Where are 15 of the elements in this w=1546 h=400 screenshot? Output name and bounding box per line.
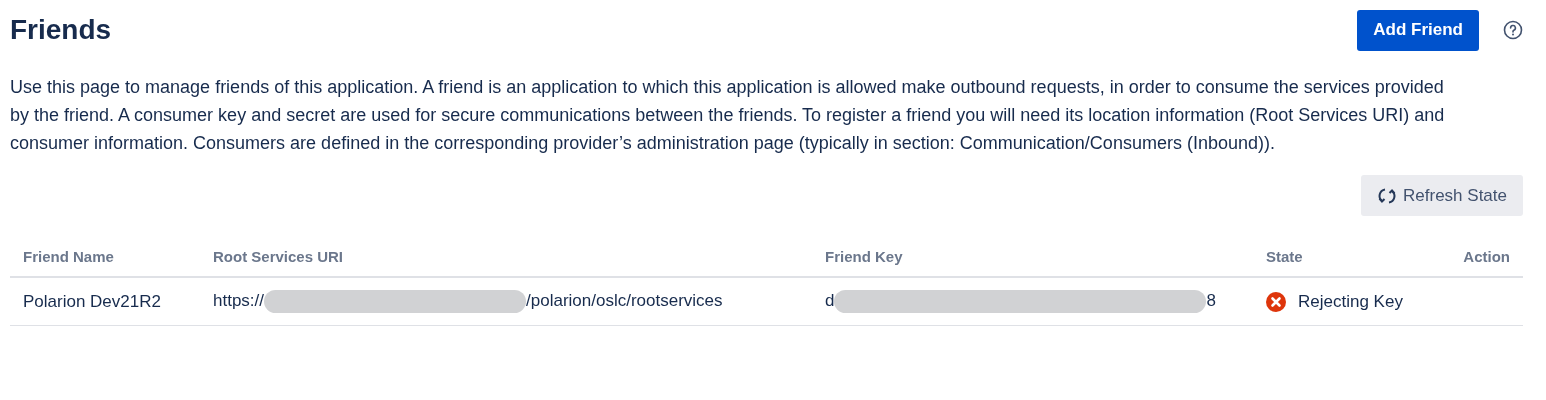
column-header: Friend Name	[10, 236, 200, 277]
refresh-state-button[interactable]: Refresh State	[1361, 175, 1523, 216]
column-header: State	[1253, 236, 1439, 277]
table-cell: https:// /polarion/oslc/rootservices	[200, 277, 812, 326]
help-icon[interactable]	[1503, 20, 1523, 40]
column-header: Root Services URI	[200, 236, 812, 277]
column-header: Friend Key	[812, 236, 1253, 277]
table-cell: Polarion Dev21R2	[10, 277, 200, 326]
state-label: Rejecting Key	[1298, 291, 1403, 312]
add-friend-button[interactable]: Add Friend	[1357, 9, 1479, 51]
table-cell: d 8	[812, 277, 1253, 326]
description-text: Use this page to manage friends of this application. A friend is an application to which this application is allowed make outbound requests, in order to consume the services provided by the friend. A consumer key and secret are used for secure communications between the friends. To register a friend you will need its location information (Root Services URI) and consumer information. Consumers are defined in the corresponding provider’s administration page (typically in section: Communication/Consumers (Inbound)).	[10, 76, 1446, 155]
error-icon	[1266, 291, 1286, 312]
column-header: Action	[1439, 236, 1523, 277]
page-title: Friends	[10, 14, 113, 46]
